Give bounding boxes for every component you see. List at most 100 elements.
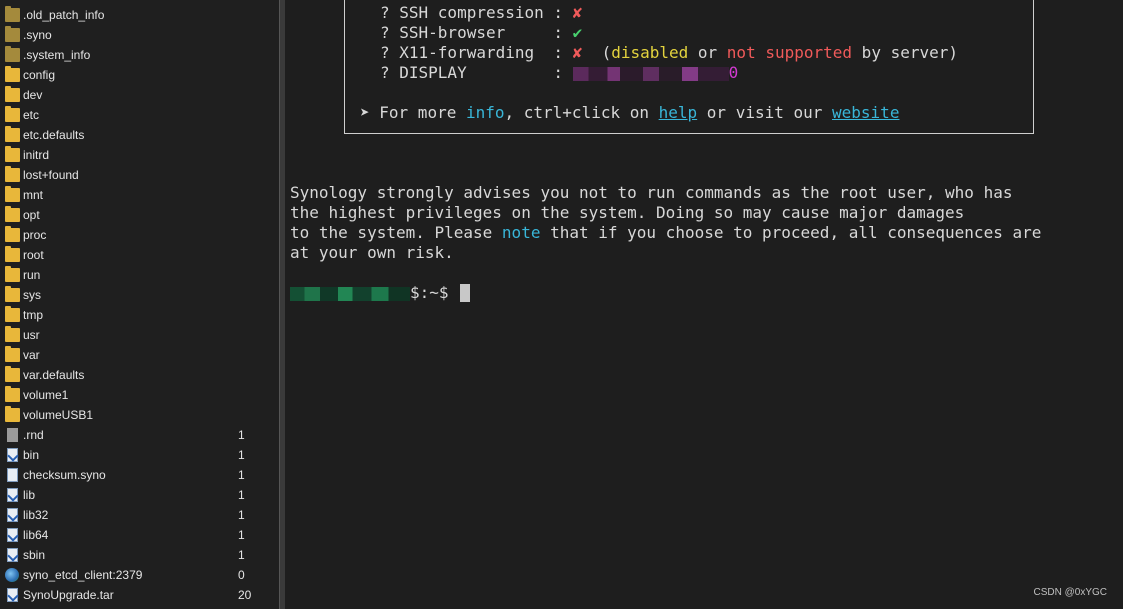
- help-link[interactable]: help: [659, 103, 698, 122]
- file-size: 20: [238, 588, 252, 602]
- file-name: dev: [23, 88, 43, 102]
- cross-icon: ✘: [572, 3, 583, 22]
- file-size: 0: [238, 568, 245, 582]
- file-name: .system_info: [23, 48, 91, 62]
- file-name: lib64: [23, 528, 49, 542]
- symlink-icon: [7, 488, 19, 502]
- file-name: SynoUpgrade.tar: [23, 588, 114, 602]
- banner-line-ssh-browser: ? SSH-browser : ✔: [380, 23, 583, 42]
- file-size: 1: [238, 548, 245, 562]
- warning-line-2: the highest privileges on the system. Do…: [290, 203, 965, 222]
- folder-hidden-icon: [5, 6, 20, 22]
- banner-info-line: ➤ For more info, ctrl+click on help or v…: [360, 103, 900, 122]
- panel-divider[interactable]: [279, 0, 285, 609]
- file-row[interactable]: tmp: [0, 305, 279, 325]
- banner-line-display: ? DISPLAY : 0: [380, 63, 739, 82]
- file-row[interactable]: .system_info: [0, 45, 279, 65]
- folder-icon: [5, 346, 20, 362]
- file-name: usr: [23, 328, 40, 342]
- file-name: opt: [23, 208, 40, 222]
- terminal-pane[interactable]: ? SSH compression : ✘ ? SSH-browser : ✔ …: [286, 0, 1123, 609]
- file-name: initrd: [23, 148, 50, 162]
- file-row[interactable]: dev: [0, 85, 279, 105]
- symlink-icon: [7, 508, 19, 522]
- file-row[interactable]: mnt: [0, 185, 279, 205]
- file-name: root: [23, 248, 44, 262]
- file-row[interactable]: .rnd 1: [0, 425, 279, 445]
- folder-icon: [5, 186, 20, 202]
- file-row[interactable]: var: [0, 345, 279, 365]
- file-size: 1: [238, 428, 245, 442]
- file-name: checksum.syno: [23, 468, 106, 482]
- file-name: config: [23, 68, 56, 82]
- file-row[interactable]: volumeUSB1: [0, 405, 279, 425]
- file-row[interactable]: sys: [0, 285, 279, 305]
- document-icon: [7, 468, 18, 482]
- folder-icon: [5, 86, 20, 102]
- website-link[interactable]: website: [832, 103, 899, 122]
- file-size: 1: [238, 488, 245, 502]
- file-row[interactable]: run: [0, 265, 279, 285]
- file-row[interactable]: lost+found: [0, 165, 279, 185]
- file-row[interactable]: volume1: [0, 385, 279, 405]
- file-row[interactable]: var.defaults: [0, 365, 279, 385]
- warning-line-1: Synology strongly advises you not to run…: [290, 183, 1013, 202]
- file-row[interactable]: opt: [0, 205, 279, 225]
- file-row[interactable]: root: [0, 245, 279, 265]
- globe-icon: [5, 568, 19, 582]
- file-row[interactable]: etc: [0, 105, 279, 125]
- file-name: run: [23, 268, 41, 282]
- folder-icon: [5, 166, 20, 182]
- terminal-cursor: [460, 284, 470, 302]
- file-name: syno_etcd_client:2379: [23, 568, 143, 582]
- file-row[interactable]: .syno: [0, 25, 279, 45]
- file-row[interactable]: checksum.syno 1: [0, 465, 279, 485]
- folder-icon: [5, 306, 20, 322]
- symlink-icon: [7, 588, 19, 602]
- folder-hidden-icon: [5, 46, 20, 62]
- folder-icon: [5, 286, 20, 302]
- file-row[interactable]: proc: [0, 225, 279, 245]
- file-size: 1: [238, 468, 245, 482]
- file-row[interactable]: bin 1: [0, 445, 279, 465]
- shell-prompt[interactable]: $:~$: [290, 283, 458, 303]
- file-row[interactable]: .old_patch_info: [0, 5, 279, 25]
- folder-icon: [5, 106, 20, 122]
- file-row[interactable]: config: [0, 65, 279, 85]
- file-name: proc: [23, 228, 47, 242]
- watermark: CSDN @0xYGC: [1033, 587, 1108, 598]
- folder-icon: [5, 126, 20, 142]
- file-name: lib32: [23, 508, 49, 522]
- file-row[interactable]: etc.defaults: [0, 125, 279, 145]
- file-browser-panel: .old_patch_info .syno .system_infoconfig de…: [0, 0, 279, 609]
- file-name: sys: [23, 288, 41, 302]
- file-row[interactable]: SynoUpgrade.tar 20: [0, 585, 279, 605]
- file-name: var: [23, 348, 40, 362]
- folder-icon: [5, 386, 20, 402]
- file-name: tmp: [23, 308, 44, 322]
- file-size: 1: [238, 528, 245, 542]
- file-row[interactable]: lib64 1: [0, 525, 279, 545]
- folder-icon: [5, 66, 20, 82]
- file-row[interactable]: lib32 1: [0, 505, 279, 525]
- file-name: var.defaults: [23, 368, 85, 382]
- file-icon: [7, 428, 18, 442]
- folder-icon: [5, 326, 20, 342]
- file-name: lib: [23, 488, 36, 502]
- symlink-icon: [7, 448, 19, 462]
- file-row[interactable]: sbin 1: [0, 545, 279, 565]
- cross-icon: ✘: [572, 43, 583, 62]
- file-name: bin: [23, 448, 40, 462]
- file-row[interactable]: initrd: [0, 145, 279, 165]
- file-size: 1: [238, 508, 245, 522]
- file-row[interactable]: usr: [0, 325, 279, 345]
- file-name: .old_patch_info: [23, 8, 105, 22]
- folder-icon: [5, 146, 20, 162]
- file-name: volume1: [23, 388, 69, 402]
- redacted-display: [572, 66, 729, 81]
- folder-icon: [5, 206, 20, 222]
- file-name: volumeUSB1: [23, 408, 94, 422]
- file-row[interactable]: syno_etcd_client:2379 0: [0, 565, 279, 585]
- file-name: mnt: [23, 188, 44, 202]
- file-row[interactable]: lib 1: [0, 485, 279, 505]
